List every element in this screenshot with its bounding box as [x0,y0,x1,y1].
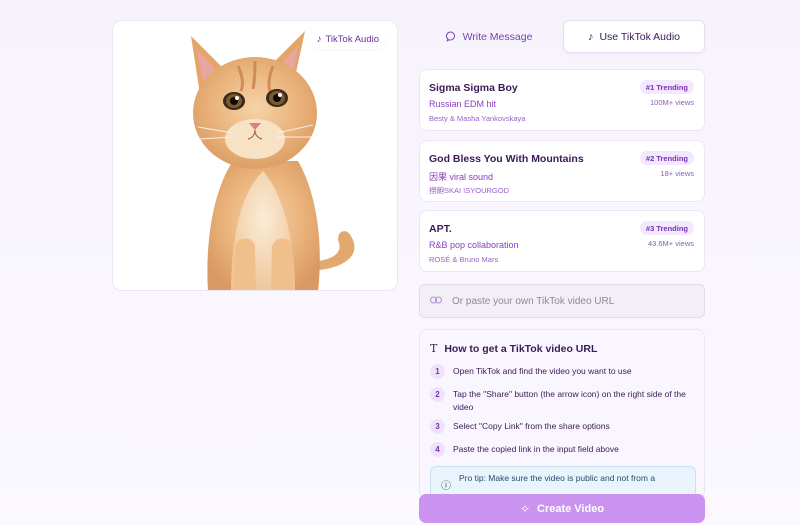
tiktok-audio-badge-label: TikTok Audio [325,33,379,45]
song-title: God Bless You With Mountains [429,153,584,165]
song-subtitle: 因果 viral sound [429,172,494,182]
message-circle-icon [445,31,455,42]
howto-title: How to get a TikTok video URL [444,342,598,355]
howto-step: 2 Tap the "Share" button (the arrow icon… [430,387,698,413]
howto-header: T How to get a TikTok video URL [430,342,597,355]
song-views: 100M+ views [650,98,694,107]
tiktok-audio-badge: ♪ TikTok Audio [308,29,387,49]
cat-photo [113,21,397,290]
howto-panel: T How to get a TikTok video URL 1 Open T… [419,329,705,499]
link-icon [430,295,442,307]
text-icon: T [430,342,438,355]
song-title: APT. [429,223,452,235]
howto-step: 1 Open TikTok and find the video you wan… [430,364,698,379]
howto-step: 3 Select "Copy Link" from the share opti… [430,419,698,434]
mode-tabs: Write Message ♪ Use TikTok Audio [419,20,705,53]
song-card[interactable]: APT. R&B pop collaboration ROSÉ & Bruno … [419,210,705,272]
song-card[interactable]: Sigma Sigma Boy Russian EDM hit Besty & … [419,69,705,131]
trending-badge: #1 Trending [639,80,694,94]
song-title: Sigma Sigma Boy [429,82,518,94]
song-artist: 撈飽SKAI ISYOURGOD [429,186,510,195]
tiktok-url-field[interactable] [419,284,705,318]
tab-write-message-label: Write Message [462,30,533,43]
song-subtitle: R&B pop collaboration [429,240,519,250]
step-number: 3 [430,419,445,434]
create-video-label: Create Video [537,502,605,515]
step-number: 4 [430,442,445,457]
tiktok-url-input[interactable] [452,295,692,307]
song-artist: Besty & Masha Yankovskaya [429,114,526,123]
pet-image-card: ♪ TikTok Audio [112,20,398,291]
music-note-icon: ♪ [316,33,322,45]
step-text: Tap the "Share" button (the arrow icon) … [453,389,686,412]
tab-write-message[interactable]: Write Message [419,20,559,53]
trending-badge: #2 Trending [639,151,694,165]
step-number: 1 [430,364,445,379]
tab-use-tiktok-audio-label: Use TikTok Audio [599,30,681,43]
song-views: 18+ views [660,169,694,178]
song-artist: ROSÉ & Bruno Mars [429,255,499,264]
step-text: Open TikTok and find the video you want … [453,366,632,376]
step-text: Paste the copied link in the input field… [453,444,619,454]
tab-use-tiktok-audio[interactable]: ♪ Use TikTok Audio [563,20,705,53]
create-video-button[interactable]: ✧ Create Video [419,494,705,523]
song-card[interactable]: God Bless You With Mountains 因果 viral so… [419,140,705,202]
sparkle-icon: ✧ [519,501,530,516]
music-note-icon: ♪ [587,30,594,43]
song-subtitle: Russian EDM hit [429,99,497,109]
step-text: Select "Copy Link" from the share option… [453,421,610,431]
trending-badge: #3 Trending [639,221,694,235]
step-number: 2 [430,387,445,402]
howto-step: 4 Paste the copied link in the input fie… [430,442,698,457]
song-views: 43.6M+ views [647,239,694,248]
